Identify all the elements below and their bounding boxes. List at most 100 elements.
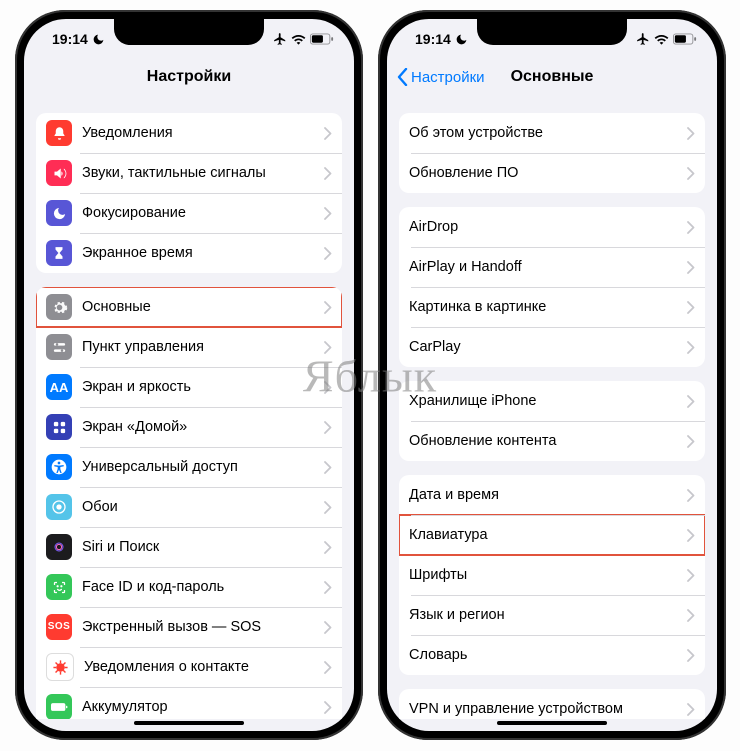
settings-row[interactable]: Словарь	[399, 635, 705, 675]
settings-row[interactable]: AirPlay и Handoff	[399, 247, 705, 287]
sos-icon: SOS	[46, 614, 72, 640]
home-indicator[interactable]	[134, 721, 244, 725]
chevron-right-icon	[324, 421, 332, 434]
gear-icon	[46, 294, 72, 320]
row-label: Экран «Домой»	[82, 419, 324, 435]
grid-icon	[46, 414, 72, 440]
settings-group: Об этом устройстве Обновление ПО	[399, 113, 705, 193]
chevron-right-icon	[687, 167, 695, 180]
chevron-right-icon	[687, 609, 695, 622]
notch	[114, 19, 264, 45]
row-label: Аккумулятор	[82, 699, 324, 715]
chevron-right-icon	[687, 221, 695, 234]
nav-bar: Настройки	[24, 59, 354, 96]
row-label: Об этом устройстве	[409, 125, 687, 141]
row-label: Экран и яркость	[82, 379, 324, 395]
hourglass-icon	[46, 240, 72, 266]
chevron-right-icon	[687, 703, 695, 716]
nav-back-button[interactable]: Настройки	[387, 68, 485, 86]
settings-row[interactable]: Хранилище iPhone	[399, 381, 705, 421]
chevron-right-icon	[324, 381, 332, 394]
wifi-icon	[291, 33, 306, 45]
airplane-icon	[273, 32, 287, 46]
settings-row[interactable]: Универсальный доступ	[36, 447, 342, 487]
chevron-right-icon	[324, 167, 332, 180]
nav-back-label: Настройки	[411, 69, 485, 86]
row-label: Клавиатура	[409, 527, 687, 543]
chevron-right-icon	[687, 341, 695, 354]
settings-row[interactable]: CarPlay	[399, 327, 705, 367]
nav-title: Настройки	[24, 68, 354, 86]
settings-group: Основные Пункт управленияAAЭкран и яркост…	[36, 287, 342, 719]
siri-icon	[46, 534, 72, 560]
settings-row[interactable]: Язык и регион	[399, 595, 705, 635]
phone-frame-left: 19:14 Настройки Уведомления Звуки, тактил…	[15, 10, 363, 740]
status-time: 19:14	[52, 31, 88, 47]
row-label: Siri и Поиск	[82, 539, 324, 555]
row-label: AirPlay и Handoff	[409, 259, 687, 275]
chevron-right-icon	[324, 247, 332, 260]
settings-row[interactable]: Обновление ПО	[399, 153, 705, 193]
settings-row[interactable]: Siri и Поиск	[36, 527, 342, 567]
settings-row[interactable]: Звуки, тактильные сигналы	[36, 153, 342, 193]
settings-row[interactable]: Шрифты	[399, 555, 705, 595]
chevron-right-icon	[324, 581, 332, 594]
moon-filled-icon	[46, 200, 72, 226]
settings-row[interactable]: Уведомления о контакте	[36, 647, 342, 687]
settings-row[interactable]: Уведомления	[36, 113, 342, 153]
nav-bar: Настройки Основные	[387, 59, 717, 96]
virus-icon	[46, 653, 74, 681]
home-indicator[interactable]	[497, 721, 607, 725]
settings-row[interactable]: Основные	[36, 287, 342, 327]
row-label: Язык и регион	[409, 607, 687, 623]
row-label: Звуки, тактильные сигналы	[82, 165, 324, 181]
settings-list[interactable]: Уведомления Звуки, тактильные сигналы Фоку…	[24, 95, 354, 719]
settings-row[interactable]: Картинка в картинке	[399, 287, 705, 327]
row-label: Фокусирование	[82, 205, 324, 221]
settings-row[interactable]: Об этом устройстве	[399, 113, 705, 153]
accessibility-icon	[46, 454, 72, 480]
settings-row[interactable]: SOS Экстренный вызов — SOS	[36, 607, 342, 647]
row-label: Картинка в картинке	[409, 299, 687, 315]
battery-icon	[310, 33, 334, 45]
row-label: Экстренный вызов — SOS	[82, 619, 324, 635]
speaker-icon	[46, 160, 72, 186]
row-label: Универсальный доступ	[82, 459, 324, 475]
wifi-icon	[654, 33, 669, 45]
settings-row[interactable]: Дата и время	[399, 475, 705, 515]
switches-icon	[46, 334, 72, 360]
chevron-right-icon	[687, 489, 695, 502]
settings-row[interactable]: Фокусирование	[36, 193, 342, 233]
row-label: Обновление ПО	[409, 165, 687, 181]
settings-row[interactable]: Обновление контента	[399, 421, 705, 461]
notch	[477, 19, 627, 45]
settings-group: Уведомления Звуки, тактильные сигналы Фоку…	[36, 113, 342, 273]
settings-row[interactable]: AirDrop	[399, 207, 705, 247]
settings-row[interactable]: Face ID и код-пароль	[36, 567, 342, 607]
chevron-left-icon	[397, 68, 408, 86]
chevron-right-icon	[687, 301, 695, 314]
settings-row[interactable]: Экранное время	[36, 233, 342, 273]
chevron-right-icon	[687, 127, 695, 140]
chevron-right-icon	[324, 621, 332, 634]
settings-row[interactable]: AAЭкран и яркость	[36, 367, 342, 407]
settings-row[interactable]: Аккумулятор	[36, 687, 342, 719]
row-label: CarPlay	[409, 339, 687, 355]
general-list[interactable]: Об этом устройстве Обновление ПО AirDrop Ai…	[387, 95, 717, 719]
row-label: Обновление контента	[409, 433, 687, 449]
chevron-right-icon	[324, 501, 332, 514]
chevron-right-icon	[324, 301, 332, 314]
chevron-right-icon	[687, 529, 695, 542]
settings-row[interactable]: Экран «Домой»	[36, 407, 342, 447]
chevron-right-icon	[324, 461, 332, 474]
settings-row[interactable]: VPN и управление устройством	[399, 689, 705, 719]
row-label: Шрифты	[409, 567, 687, 583]
row-label: Face ID и код-пароль	[82, 579, 324, 595]
bell-icon	[46, 120, 72, 146]
settings-row[interactable]: Клавиатура	[399, 515, 705, 555]
row-label: AirDrop	[409, 219, 687, 235]
row-label: Основные	[82, 299, 324, 315]
status-time: 19:14	[415, 31, 451, 47]
settings-row[interactable]: Обои	[36, 487, 342, 527]
settings-row[interactable]: Пункт управления	[36, 327, 342, 367]
